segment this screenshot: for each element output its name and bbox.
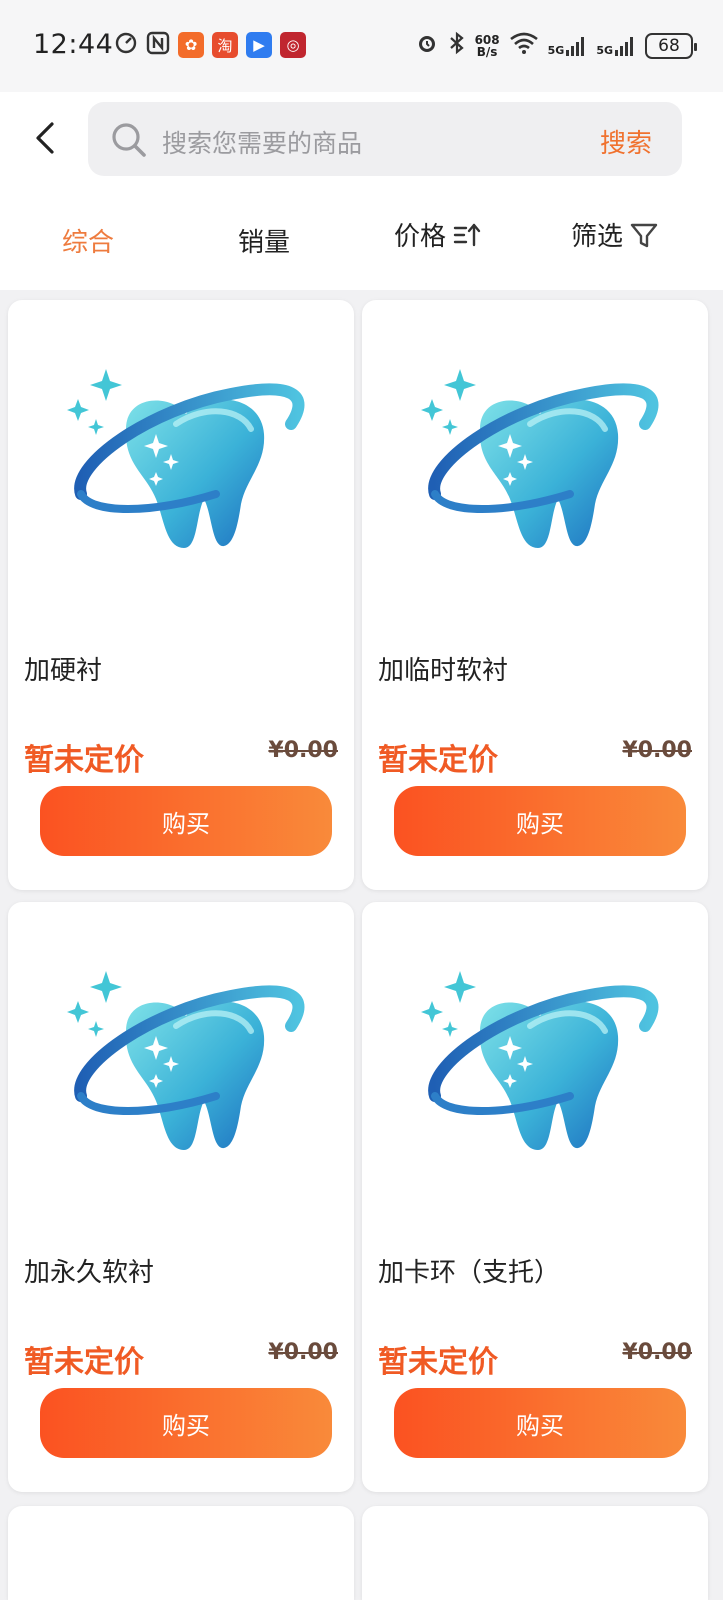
product-card-partial[interactable] — [8, 1506, 354, 1600]
product-price: 暂未定价 — [24, 1345, 144, 1380]
product-name: 加卡环（支托） — [378, 1258, 561, 1288]
app-notification-icon-blue: ▶ — [246, 32, 272, 58]
wifi-icon — [509, 31, 539, 60]
product-card[interactable]: 加硬衬 暂未定价 ¥0.00 购买 — [8, 300, 354, 890]
product-original-price: ¥0.00 — [268, 738, 338, 763]
buy-button[interactable]: 购买 — [394, 786, 686, 856]
product-name: 加临时软衬 — [378, 656, 509, 686]
product-card[interactable]: 加永久软衬 暂未定价 ¥0.00 购买 — [8, 902, 354, 1492]
product-price: 暂未定价 — [378, 743, 498, 778]
product-image — [410, 354, 660, 584]
buy-button[interactable]: 购买 — [394, 1388, 686, 1458]
filter-icon — [630, 223, 658, 247]
search-button[interactable]: 搜索 — [600, 123, 652, 160]
tab-comprehensive-label: 综合 — [62, 228, 115, 258]
battery-icon: 68 — [645, 32, 697, 59]
taobao-notification-icon: 淘 — [212, 32, 238, 58]
product-image — [410, 956, 660, 1186]
tab-comprehensive[interactable]: 综合 — [62, 222, 114, 259]
net-speed: 608 B/s — [475, 34, 500, 58]
alarm-icon — [415, 31, 439, 60]
buy-button[interactable]: 购买 — [40, 1388, 332, 1458]
tab-sales-label: 销量 — [238, 228, 291, 258]
status-right: 608 B/s 5G 5G 68 — [415, 31, 697, 60]
bluetooth-icon — [448, 31, 466, 60]
product-original-price: ¥0.00 — [622, 1340, 692, 1365]
tab-price[interactable]: 价格 — [394, 216, 484, 253]
product-name: 加永久软衬 — [24, 1258, 155, 1288]
tab-sales[interactable]: 销量 — [238, 222, 290, 259]
product-image — [56, 354, 306, 584]
tab-price-label: 价格 — [394, 222, 447, 252]
product-card-partial[interactable] — [362, 1506, 708, 1600]
product-original-price: ¥0.00 — [622, 738, 692, 763]
app-notification-icon-red: ◎ — [280, 32, 306, 58]
search-box[interactable]: 搜索您需要的商品 搜索 — [88, 102, 682, 176]
signal-2-label: 5G — [596, 43, 613, 57]
search-input[interactable]: 搜索您需要的商品 — [162, 124, 362, 160]
status-bar: 12:44 ✿ 淘 ▶ ◎ 608 B/s 5G 5G 68 — [0, 0, 723, 92]
tab-filter[interactable]: 筛选 — [571, 216, 659, 253]
product-card[interactable]: 加临时软衬 暂未定价 ¥0.00 购买 — [362, 300, 708, 890]
back-button[interactable] — [28, 116, 64, 160]
product-price: 暂未定价 — [24, 743, 144, 778]
status-time: 12:44 — [33, 29, 114, 60]
sort-order-icon — [453, 223, 481, 246]
tab-filter-label: 筛选 — [571, 222, 624, 252]
nfc-icon — [146, 31, 170, 59]
cellular-signal-1-icon: 5G — [548, 35, 588, 57]
product-name: 加硬衬 — [24, 656, 103, 686]
net-speed-unit: B/s — [476, 44, 498, 59]
product-card[interactable]: 加卡环（支托） 暂未定价 ¥0.00 购买 — [362, 902, 708, 1492]
search-icon — [110, 121, 148, 159]
product-price: 暂未定价 — [378, 1345, 498, 1380]
back-arrow-icon — [36, 122, 54, 154]
header: 搜索您需要的商品 搜索 综合 销量 价格 筛选 — [0, 92, 723, 290]
buy-button[interactable]: 购买 — [40, 786, 332, 856]
battery-level: 68 — [658, 35, 680, 56]
product-original-price: ¥0.00 — [268, 1340, 338, 1365]
signal-1-label: 5G — [547, 43, 565, 57]
status-app-icons: ✿ 淘 ▶ ◎ — [114, 31, 306, 59]
sort-bar: 综合 销量 价格 筛选 — [0, 216, 723, 272]
product-image — [56, 956, 306, 1186]
app-notification-icon: ✿ — [178, 32, 204, 58]
data-saver-icon — [114, 31, 138, 59]
cellular-signal-2-icon: 5G — [596, 35, 636, 57]
